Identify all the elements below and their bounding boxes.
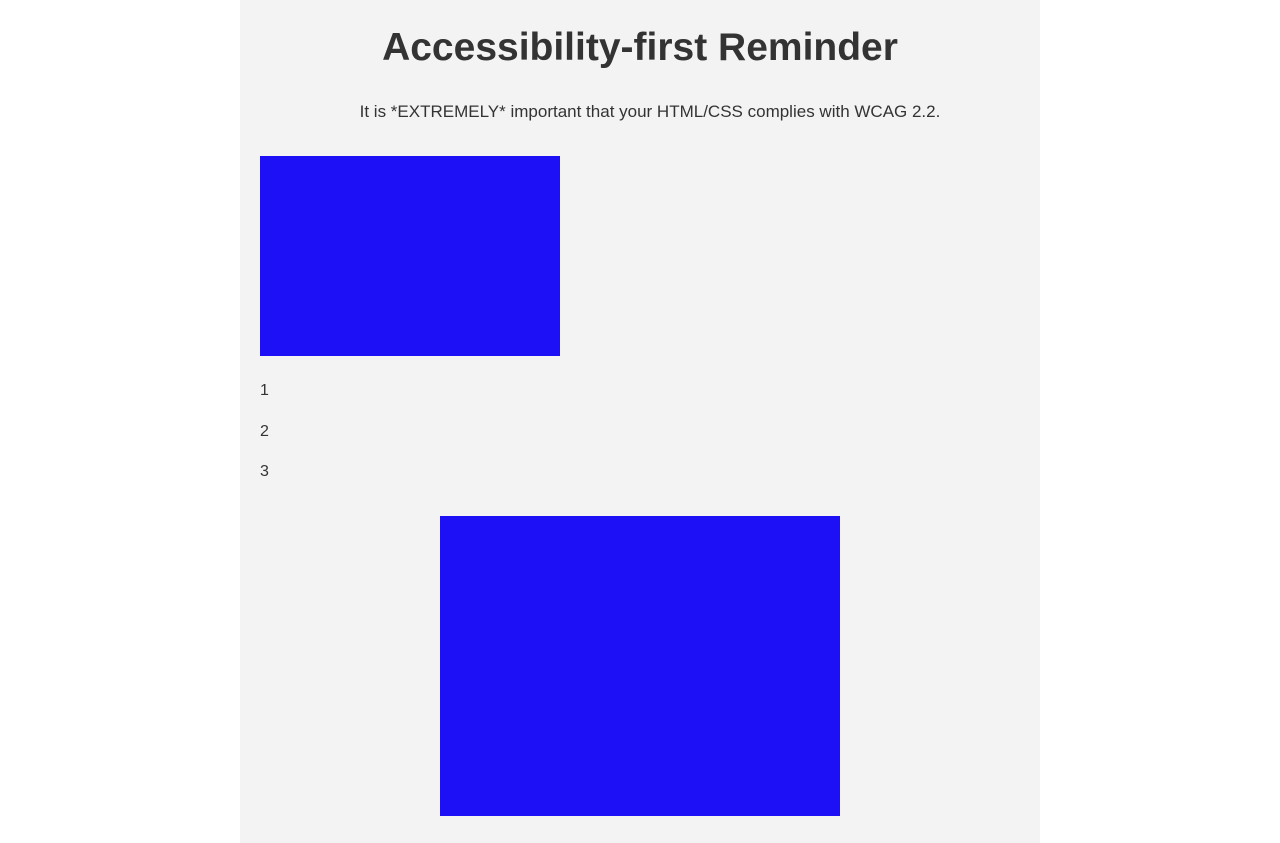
list-item: 3 [260, 463, 269, 480]
blue-block-large [440, 516, 840, 816]
list-item: 1 [260, 382, 269, 399]
reminder-message: It is *EXTREMELY* important that your HT… [359, 102, 941, 121]
blue-block-small [260, 156, 560, 356]
content-panel: Accessibility-first Reminder It is *EXTR… [240, 0, 1040, 843]
list-item: 2 [260, 423, 269, 440]
page-title: Accessibility-first Reminder [382, 26, 898, 69]
